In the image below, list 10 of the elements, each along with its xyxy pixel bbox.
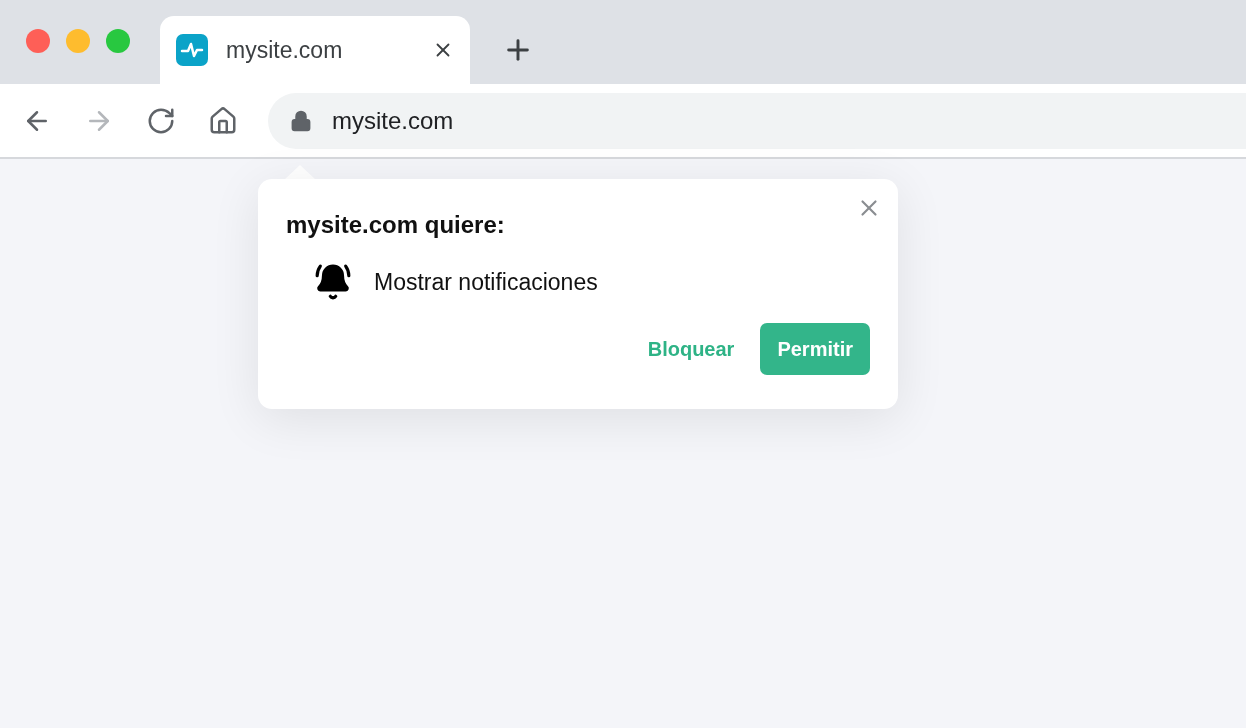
bell-icon (314, 263, 352, 301)
lock-icon (290, 109, 312, 132)
home-icon[interactable] (208, 105, 238, 136)
tab-title: mysite.com (226, 35, 344, 65)
popup-title: mysite.com quiere: (286, 210, 506, 240)
address-bar[interactable]: mysite.com (268, 92, 1246, 149)
permission-label: Mostrar notificaciones (374, 267, 598, 297)
address-text: mysite.com (332, 105, 454, 136)
browser-tab[interactable]: mysite.com (160, 16, 470, 84)
pulse-icon (176, 34, 208, 66)
